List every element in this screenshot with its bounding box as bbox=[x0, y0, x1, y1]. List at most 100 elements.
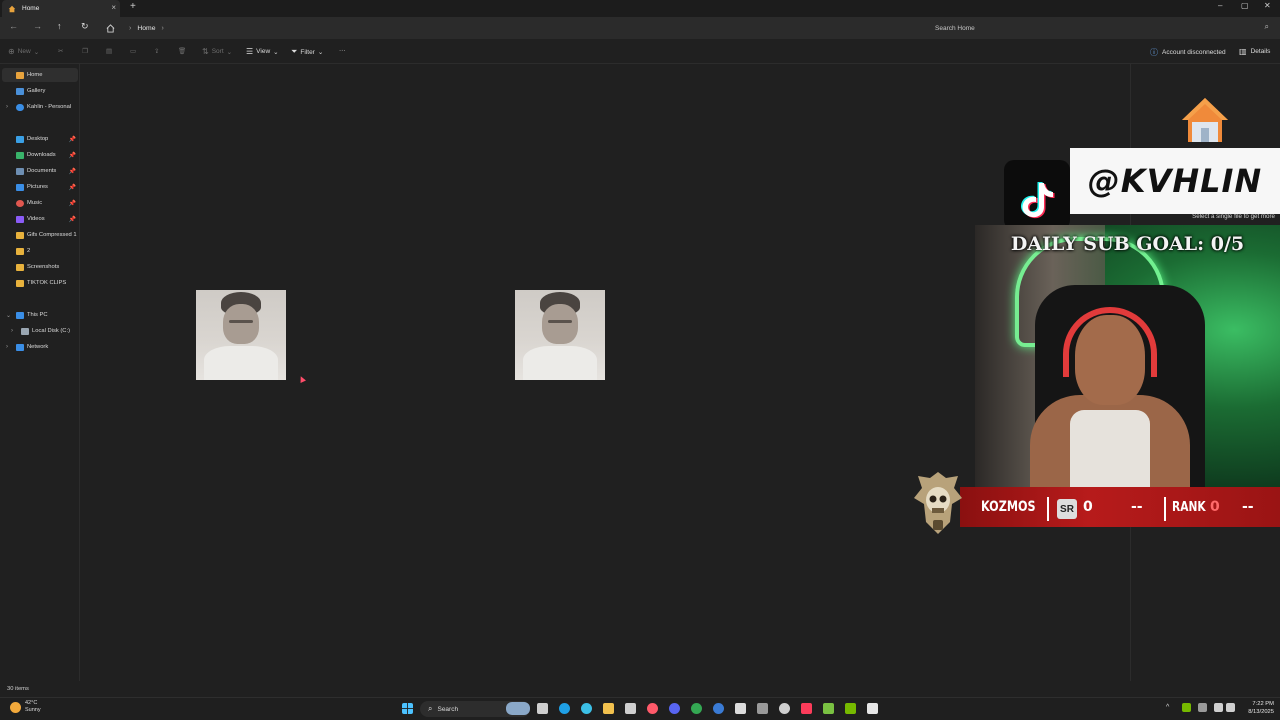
music-icon bbox=[16, 199, 24, 207]
sidebar-item-screenshots[interactable]: Screenshots bbox=[2, 260, 78, 274]
home-icon bbox=[16, 71, 24, 79]
filter-button[interactable]: ⏷ Filter ⌄ bbox=[291, 47, 323, 57]
windows-start-icon[interactable] bbox=[402, 703, 413, 714]
home-outline-icon bbox=[106, 23, 115, 33]
maximize-button[interactable]: ▢ bbox=[1241, 1, 1249, 10]
new-button[interactable]: ⊕ New ⌄ bbox=[8, 47, 39, 56]
sidebar-item-local-disk[interactable]: › Local Disk (C:) bbox=[2, 324, 78, 338]
status-bar: 30 items bbox=[0, 681, 1280, 697]
sidebar-item-videos[interactable]: Videos 📌 bbox=[2, 212, 78, 226]
forward-arrow-icon[interactable]: → bbox=[33, 21, 42, 31]
chevron-down-icon[interactable]: ⌄ bbox=[6, 312, 11, 319]
sort-icon: ⇅ bbox=[202, 47, 209, 56]
sidebar-item-music[interactable]: Music 📌 bbox=[2, 196, 78, 210]
nvidia-icon[interactable] bbox=[845, 703, 856, 714]
sidebar-item-label: TIKTOK CLIPS bbox=[27, 280, 67, 286]
share-icon[interactable]: ⇪ bbox=[154, 47, 159, 55]
chevron-down-icon: ⌄ bbox=[273, 48, 279, 56]
rename-icon[interactable]: ▭ bbox=[130, 47, 136, 55]
close-tab-icon[interactable]: × bbox=[111, 3, 116, 12]
tab-home[interactable]: Home × bbox=[2, 0, 120, 17]
thumbnail-shirt bbox=[204, 346, 278, 380]
account-label: Account disconnected bbox=[1162, 49, 1226, 56]
details-button[interactable]: ▥ Details bbox=[1239, 47, 1270, 56]
copy-icon[interactable]: ❐ bbox=[82, 47, 88, 55]
clock[interactable]: 7:22 PM 8/13/2025 bbox=[1240, 700, 1274, 716]
sidebar-item-label: Gallery bbox=[27, 88, 46, 94]
sidebar-item-downloads[interactable]: Downloads 📌 bbox=[2, 148, 78, 162]
file-explorer-icon[interactable] bbox=[603, 703, 614, 714]
sidebar-item-2[interactable]: 2 bbox=[2, 244, 78, 258]
sidebar-item-pictures[interactable]: Pictures 📌 bbox=[2, 180, 78, 194]
refresh-icon[interactable]: ↻ bbox=[81, 21, 89, 32]
close-window-button[interactable]: ✕ bbox=[1264, 1, 1271, 10]
capture-icon[interactable] bbox=[867, 703, 878, 714]
capcut-icon[interactable] bbox=[735, 703, 746, 714]
sub-goal-text: DAILY SUB GOAL: 0/5 bbox=[1010, 233, 1245, 255]
breadcrumb-home[interactable]: Home bbox=[137, 25, 155, 32]
minimize-button[interactable]: – bbox=[1218, 1, 1222, 10]
weather-widget[interactable]: 42°C Sunny bbox=[10, 700, 41, 714]
streamer-shirt bbox=[1070, 410, 1150, 487]
tray-monitor-icon[interactable] bbox=[1214, 703, 1223, 712]
chevron-right-icon[interactable]: › bbox=[6, 104, 8, 110]
thumbnail-eyes bbox=[229, 320, 253, 323]
discord-icon[interactable] bbox=[669, 703, 680, 714]
tray-overflow-icon[interactable]: ^ bbox=[1166, 704, 1169, 711]
chevron-right-icon: › bbox=[129, 24, 132, 32]
download-icon bbox=[16, 151, 24, 159]
chevron-right-icon[interactable]: › bbox=[6, 344, 8, 350]
delete-icon[interactable]: 🗑 bbox=[178, 47, 186, 55]
sidebar-item-label: 2 bbox=[27, 248, 31, 254]
account-status-button[interactable]: ⓘ Account disconnected bbox=[1150, 47, 1226, 58]
pin-icon: 📌 bbox=[68, 168, 76, 175]
app-icon[interactable] bbox=[757, 703, 768, 714]
sidebar-item-this-pc[interactable]: ⌄ This PC bbox=[2, 308, 78, 322]
address-bar[interactable]: › Home › bbox=[100, 20, 926, 36]
drive-icon bbox=[21, 327, 29, 335]
sidebar-item-label: Pictures bbox=[27, 184, 48, 190]
rank-label: RANK bbox=[1172, 500, 1206, 515]
sr-badge: SR bbox=[1057, 499, 1077, 519]
obs-icon[interactable] bbox=[779, 703, 790, 714]
thumbnail-shirt bbox=[523, 346, 597, 380]
sidebar-item-tiktok-clips[interactable]: TIKTOK CLIPS bbox=[2, 276, 78, 290]
network-icon bbox=[16, 343, 24, 351]
task-view-icon[interactable] bbox=[537, 703, 548, 714]
app-icon[interactable] bbox=[823, 703, 834, 714]
sidebar-item-desktop[interactable]: Desktop 📌 bbox=[2, 132, 78, 146]
more-options-button[interactable]: ··· bbox=[339, 47, 346, 54]
sidebar-item-documents[interactable]: Documents 📌 bbox=[2, 164, 78, 178]
sort-button[interactable]: ⇅ Sort ⌄ bbox=[202, 47, 232, 56]
photo-thumbnail[interactable] bbox=[196, 290, 286, 380]
sidebar-item-home[interactable]: Home bbox=[2, 68, 78, 82]
pin-icon: 📌 bbox=[68, 200, 76, 207]
music-icon[interactable] bbox=[801, 703, 812, 714]
media-icon[interactable] bbox=[713, 703, 724, 714]
divider bbox=[1164, 497, 1166, 521]
edge-icon[interactable] bbox=[559, 703, 570, 714]
sidebar-item-gifs-compressed[interactable]: Gifs Compressed 1 bbox=[2, 228, 78, 242]
skull-emblem-icon bbox=[914, 472, 962, 534]
search-input[interactable]: Search Home ⌕ bbox=[929, 20, 1275, 36]
back-arrow-icon[interactable]: ← bbox=[9, 21, 18, 31]
tray-mic-icon[interactable] bbox=[1198, 703, 1207, 712]
sidebar-item-gallery[interactable]: Gallery bbox=[2, 84, 78, 98]
paste-icon[interactable]: ▤ bbox=[106, 47, 112, 55]
view-icon: ☰ bbox=[246, 47, 254, 56]
volume-icon[interactable] bbox=[1226, 703, 1235, 712]
view-button[interactable]: ☰ View ⌄ bbox=[246, 47, 279, 56]
up-arrow-icon[interactable]: ↑ bbox=[57, 21, 62, 31]
chrome-icon[interactable] bbox=[691, 703, 702, 714]
cut-icon[interactable]: ✂ bbox=[58, 47, 63, 55]
store-icon[interactable] bbox=[625, 703, 636, 714]
copilot-icon[interactable] bbox=[581, 703, 592, 714]
app-icon[interactable] bbox=[647, 703, 658, 714]
photo-thumbnail[interactable] bbox=[515, 290, 605, 380]
search-icon: ⌕ bbox=[428, 704, 433, 713]
chevron-right-icon[interactable]: › bbox=[11, 328, 13, 334]
sidebar-item-onedrive[interactable]: › Kahlin - Personal bbox=[2, 100, 78, 114]
new-tab-button[interactable]: + bbox=[130, 1, 136, 12]
sidebar-item-network[interactable]: › Network bbox=[2, 340, 78, 354]
tray-nvidia-icon[interactable] bbox=[1182, 703, 1191, 712]
